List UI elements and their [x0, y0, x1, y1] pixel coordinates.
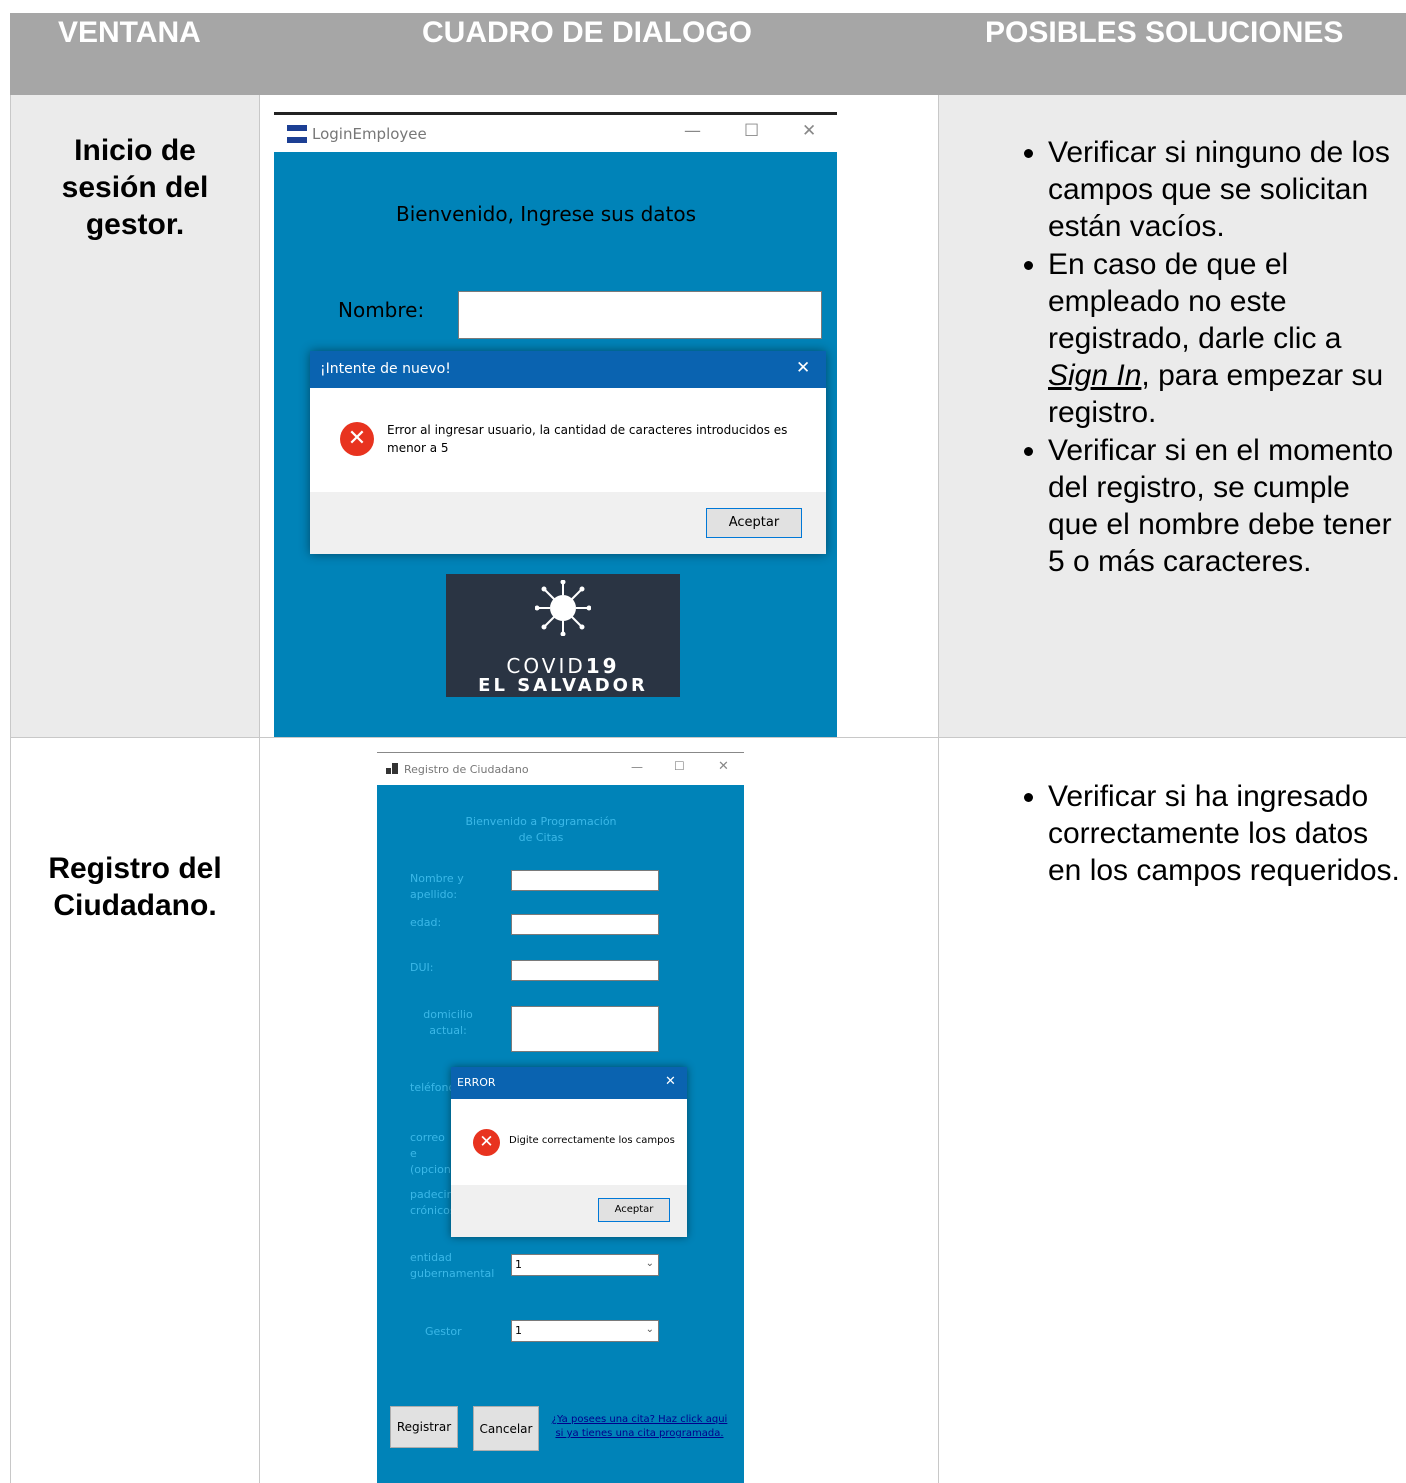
row1-solutions: Verificar si ninguno de los campos que s…: [998, 134, 1398, 581]
dui-label: DUI:: [410, 961, 434, 974]
register-error-dialog: ERROR ✕ ✕ Digite correctamente los campo…: [451, 1067, 687, 1237]
register-button[interactable]: Registrar: [390, 1406, 458, 1448]
dialog-title: ¡Intente de nuevo!: [320, 361, 451, 377]
grid-line: [10, 95, 11, 1483]
minimize-icon[interactable]: —: [631, 760, 643, 774]
row2-title: Registro del Ciudadano.: [48, 852, 222, 922]
dialog-title: ERROR: [457, 1076, 496, 1089]
solution-item: Verificar si ninguno de los campos que s…: [1048, 134, 1398, 245]
close-icon[interactable]: ✕: [665, 1074, 676, 1089]
solution-item: Verificar si en el momento del registro,…: [1048, 432, 1398, 580]
virus-icon: [535, 580, 591, 636]
phone-label: teléfono: [410, 1081, 456, 1094]
dialog-message: Digite correctamente los campos: [509, 1135, 675, 1146]
flag-icon: [287, 125, 307, 143]
cancel-button[interactable]: Cancelar: [473, 1406, 539, 1451]
accept-button[interactable]: Aceptar: [706, 508, 802, 538]
maximize-icon[interactable]: ☐: [744, 121, 759, 141]
login-welcome: Bienvenido, Ingrese sus datos: [396, 202, 697, 226]
covid-logo: COVID19 EL SALVADOR: [446, 574, 680, 697]
dialog-body: ✕ Digite correctamente los campos: [451, 1099, 687, 1185]
error-icon: ✕: [473, 1129, 500, 1156]
sign-in-link: Sign In: [1048, 359, 1142, 392]
login-error-dialog: ¡Intente de nuevo! ✕ ✕ Error al ingresar…: [310, 351, 826, 554]
manager-label: Gestor: [425, 1325, 462, 1338]
close-icon[interactable]: ✕: [796, 358, 810, 378]
address-label: domicilio actual:: [423, 1008, 473, 1037]
name-input[interactable]: [511, 870, 659, 891]
manager-select[interactable]: 1 ⌄: [511, 1320, 659, 1342]
dialog-body: ✕ Error al ingresar usuario, la cantidad…: [310, 388, 826, 492]
chevron-down-icon: ⌄: [645, 1258, 654, 1269]
row1-title: Inicio de sesión del gestor.: [61, 134, 209, 241]
close-icon[interactable]: ✕: [802, 121, 816, 141]
minimize-icon[interactable]: —: [684, 121, 701, 141]
grid-line: [10, 737, 1406, 738]
chevron-down-icon: ⌄: [645, 1324, 654, 1335]
login-window: LoginEmployee — ☐ ✕ Bienvenido, Ingrese …: [274, 112, 837, 737]
header-posibles-soluciones: POSIBLES SOLUCIONES: [985, 16, 1344, 49]
name-label: Nombre:: [338, 298, 425, 322]
age-input[interactable]: [511, 914, 659, 935]
dui-input[interactable]: [511, 960, 659, 981]
maximize-icon[interactable]: ☐: [674, 759, 685, 773]
header-cuadro-dialogo: CUADRO DE DIALOGO: [422, 16, 752, 49]
row2-solutions: Verificar si ha ingresado correctamente …: [998, 778, 1403, 890]
solution-item: Verificar si ha ingresado correctamente …: [1048, 778, 1403, 889]
register-window-title: Registro de Ciudadano: [404, 763, 529, 776]
conditions-label: padecim crónicos: [410, 1188, 458, 1217]
address-input[interactable]: [511, 1006, 659, 1052]
entity-select[interactable]: 1 ⌄: [511, 1254, 659, 1276]
accept-button[interactable]: Aceptar: [598, 1198, 670, 1222]
dialog-titlebar: ERROR ✕: [451, 1067, 687, 1099]
dialog-footer: Aceptar: [451, 1185, 687, 1237]
login-window-title: LoginEmployee: [312, 125, 427, 143]
existing-appointment-link[interactable]: ¿Ya posees una cita? Haz click aqui si y…: [547, 1413, 732, 1441]
login-titlebar: LoginEmployee — ☐ ✕: [274, 115, 837, 152]
email-label: correo e (opcion: [410, 1131, 451, 1176]
error-icon: ✕: [340, 422, 374, 456]
grid-line: [938, 95, 939, 1483]
close-icon[interactable]: ✕: [718, 759, 729, 774]
register-window: Registro de Ciudadano — ☐ ✕ Bienvenido a…: [377, 752, 744, 1483]
dialog-footer: Aceptar: [310, 492, 826, 554]
header-ventana: VENTANA: [58, 16, 201, 49]
register-welcome: Bienvenido a Programación de Citas: [465, 815, 617, 844]
dialog-message: Error al ingresar usuario, la cantidad d…: [387, 423, 788, 455]
dialog-titlebar: ¡Intente de nuevo! ✕: [310, 351, 826, 388]
register-titlebar: Registro de Ciudadano — ☐ ✕: [377, 752, 744, 785]
solution-item: En caso de que el empleado no este regis…: [1048, 246, 1398, 431]
age-label: edad:: [410, 916, 442, 929]
name-input[interactable]: [458, 291, 822, 339]
grid-line: [259, 95, 260, 1483]
name-label: Nombre y apellido:: [410, 872, 464, 901]
logo-line2: EL SALVADOR: [478, 675, 648, 696]
app-icon: [386, 763, 398, 775]
entity-label: entidad gubernamental: [410, 1251, 495, 1280]
